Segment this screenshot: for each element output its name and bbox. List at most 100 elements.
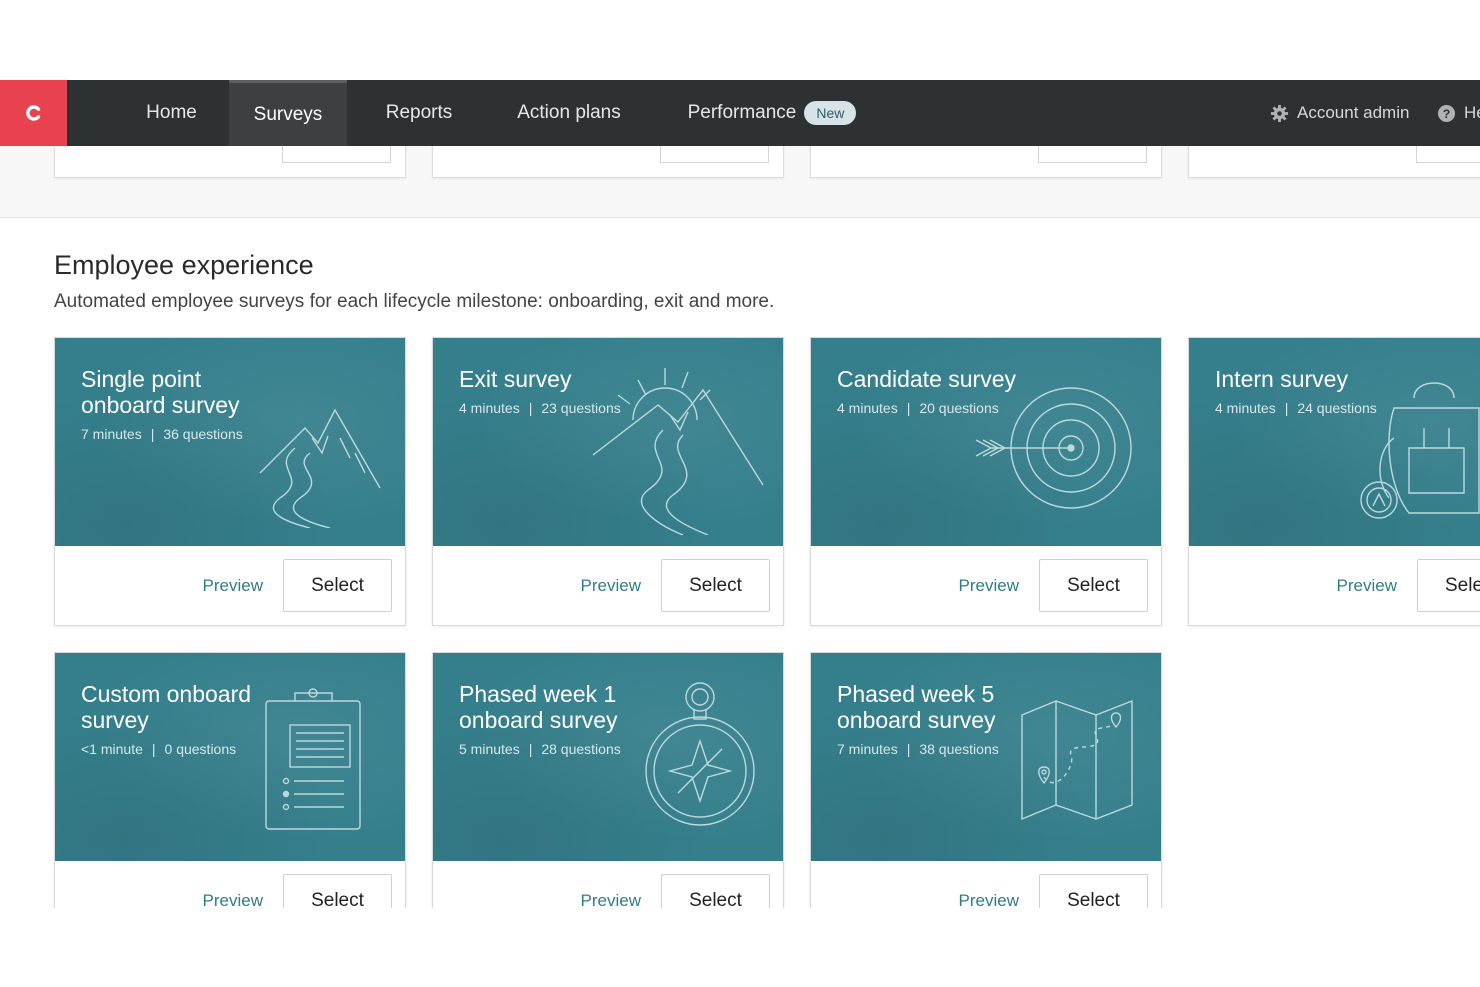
section-title: Employee experience	[54, 250, 314, 280]
card-meta: 4 minutes | 24 questions	[1215, 400, 1377, 416]
help-link[interactable]: ? He	[1437, 80, 1480, 146]
previous-section-strip	[0, 145, 1480, 218]
app-logo[interactable]	[0, 80, 67, 146]
card-question-count: 36 questions	[163, 426, 243, 442]
preview-link[interactable]: Preview	[959, 576, 1019, 596]
card-image: Custom onboard survey <1 minute | 0 questi…	[55, 653, 405, 861]
card-duration: 4 minutes	[459, 400, 520, 416]
card-image: Exit survey 4 minutes | 23 questions	[433, 338, 783, 546]
card-title-text: Intern survey	[1215, 366, 1348, 392]
card-footer: Preview Select	[433, 861, 783, 908]
select-button[interactable]: Select	[283, 559, 392, 612]
nav-reports[interactable]: Reports	[360, 80, 478, 146]
card-title-text: Candidate survey	[837, 366, 1016, 392]
card-title: Phased week 1 onboard survey 5 minutes | 2…	[459, 681, 649, 757]
prev-select-button[interactable]	[1416, 145, 1480, 163]
logo-icon	[25, 105, 40, 121]
card-title: Phased week 5 onboard survey 7 minutes | 3…	[837, 681, 1027, 757]
nav-action-plans-label: Action plans	[517, 102, 621, 123]
account-admin-link[interactable]: Account admin	[1270, 80, 1409, 146]
gear-icon	[1270, 104, 1289, 123]
survey-card-exit: Exit survey 4 minutes | 23 questions Previ…	[432, 337, 784, 626]
card-meta: 5 minutes | 28 questions	[459, 741, 621, 757]
card-footer: Preview Sele	[1189, 546, 1480, 626]
preview-link[interactable]: Preview	[1337, 576, 1397, 596]
clipboard-icon	[265, 688, 361, 830]
card-title-text: Custom onboard survey	[81, 681, 252, 733]
help-icon: ?	[1437, 104, 1456, 123]
nav-surveys[interactable]: Surveys	[229, 80, 347, 146]
survey-card-custom-onboard: Custom onboard survey <1 minute | 0 questi…	[54, 652, 406, 908]
prev-card	[54, 145, 406, 178]
prev-card	[432, 145, 784, 178]
card-duration: 7 minutes	[837, 741, 898, 757]
card-title: Exit survey 4 minutes | 23 questions	[459, 366, 659, 416]
card-title: Candidate survey 4 minutes | 20 questions	[837, 366, 1057, 416]
prev-select-button[interactable]	[1038, 145, 1147, 163]
survey-card-intern: Intern survey 4 minutes | 24 questions Pre…	[1188, 337, 1480, 626]
preview-link[interactable]: Preview	[959, 891, 1019, 908]
card-footer: Preview Select	[433, 546, 783, 626]
nav-action-plans[interactable]: Action plans	[496, 80, 642, 146]
nav-home[interactable]: Home	[120, 80, 223, 146]
preview-link[interactable]: Preview	[581, 891, 641, 908]
prev-select-button[interactable]	[660, 145, 769, 163]
card-title: Custom onboard survey <1 minute | 0 questi…	[81, 681, 261, 757]
survey-card-phased-week-1: Phased week 1 onboard survey 5 minutes | 2…	[432, 652, 784, 908]
nav-performance[interactable]: Performance New	[668, 80, 876, 146]
card-question-count: 38 questions	[919, 741, 999, 757]
preview-link[interactable]: Preview	[203, 891, 263, 908]
card-duration: 5 minutes	[459, 741, 520, 757]
select-button[interactable]: Select	[1039, 559, 1148, 612]
map-icon	[1021, 699, 1133, 821]
help-label: He	[1464, 103, 1480, 122]
prev-card	[1188, 145, 1480, 178]
card-title: Intern survey 4 minutes | 24 questions	[1215, 366, 1415, 416]
card-question-count: 24 questions	[1297, 400, 1377, 416]
select-button[interactable]: Sele	[1417, 559, 1480, 612]
card-question-count: 28 questions	[541, 741, 621, 757]
card-duration: 4 minutes	[1215, 400, 1276, 416]
card-footer: Preview Select	[55, 546, 405, 626]
card-image: Phased week 1 onboard survey 5 minutes | 2…	[433, 653, 783, 861]
card-image: Phased week 5 onboard survey 7 minutes | 3…	[811, 653, 1161, 861]
survey-card-phased-week-5: Phased week 5 onboard survey 7 minutes | 3…	[810, 652, 1162, 908]
card-title-text: Phased week 5 onboard survey	[837, 681, 996, 733]
card-question-count: 0 questions	[164, 741, 237, 757]
survey-card-candidate: Candidate survey 4 minutes | 20 questions …	[810, 337, 1162, 626]
nav-performance-label: Performance	[687, 102, 797, 123]
card-meta: <1 minute | 0 questions	[81, 741, 237, 757]
survey-card-single-point: Single point onboard survey 7 minutes | 36…	[54, 337, 406, 626]
card-duration: 7 minutes	[81, 426, 142, 442]
prev-card	[810, 145, 1162, 178]
app-viewport: Home Surveys Reports Action plans Perfor…	[0, 80, 1480, 908]
top-nav: Home Surveys Reports Action plans Perfor…	[0, 80, 1480, 146]
card-meta: 4 minutes | 20 questions	[837, 400, 999, 416]
card-meta: 7 minutes | 36 questions	[81, 426, 243, 442]
preview-link[interactable]: Preview	[581, 576, 641, 596]
svg-text:?: ?	[1443, 106, 1451, 120]
prev-select-button[interactable]	[282, 145, 391, 163]
preview-link[interactable]: Preview	[203, 576, 263, 596]
card-footer: Preview Select	[55, 861, 405, 908]
card-title-text: Single point onboard survey	[81, 366, 240, 418]
card-title: Single point onboard survey 7 minutes | 36…	[81, 366, 281, 442]
card-duration: 4 minutes	[837, 400, 898, 416]
nav-surveys-label: Surveys	[253, 103, 323, 125]
card-question-count: 23 questions	[541, 400, 621, 416]
select-button[interactable]: Select	[661, 559, 770, 612]
nav-home-label: Home	[146, 102, 197, 123]
select-button[interactable]: Select	[661, 874, 770, 908]
card-image: Candidate survey 4 minutes | 20 questions	[811, 338, 1161, 546]
compass-icon	[645, 682, 755, 826]
nav-reports-label: Reports	[385, 102, 453, 123]
select-button[interactable]: Select	[283, 874, 392, 908]
account-admin-label: Account admin	[1297, 103, 1410, 122]
card-meta: 4 minutes | 23 questions	[459, 400, 621, 416]
card-image: Single point onboard survey 7 minutes | 36…	[55, 338, 405, 546]
card-meta: 7 minutes | 38 questions	[837, 741, 999, 757]
card-footer: Preview Select	[811, 546, 1161, 626]
card-duration: <1 minute	[81, 741, 143, 757]
select-button[interactable]: Select	[1039, 874, 1148, 908]
card-title-text: Phased week 1 onboard survey	[459, 681, 618, 733]
